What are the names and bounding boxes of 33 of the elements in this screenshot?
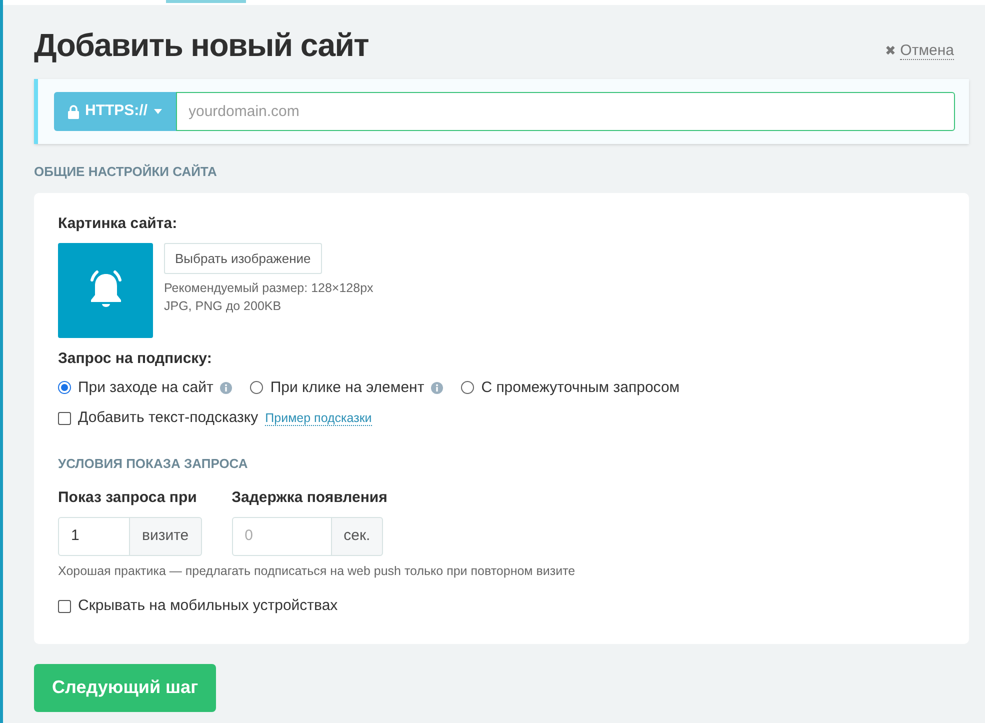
section-heading: ОБЩИЕ НАСТРОЙКИ САЙТА <box>34 163 218 181</box>
number-field[interactable]: 0 <box>232 516 332 556</box>
field-label: Задержка появления <box>232 488 388 508</box>
field-label: Запрос на подписку: <box>58 349 213 369</box>
number-field[interactable]: 1 <box>58 516 130 556</box>
hint-text: Рекомендуемый размер: 128×128px <box>164 280 374 297</box>
radio-button[interactable] <box>250 381 264 394</box>
checkbox-label[interactable]: Добавить текст-подсказку <box>78 407 258 430</box>
radio-label[interactable]: При клике на элемент <box>270 376 424 399</box>
radio-label[interactable]: С промежуточным запросом <box>481 376 680 399</box>
field-label: Показ запроса при <box>58 488 198 508</box>
example-link[interactable]: Пример подсказки <box>265 410 372 426</box>
radio-label[interactable]: При заходе на сайт <box>78 376 214 399</box>
field-label: Картинка сайта: <box>58 214 178 234</box>
radio-button[interactable] <box>461 381 474 394</box>
unit-label: сек. <box>332 516 384 556</box>
lock-icon <box>68 104 79 118</box>
hint-text: JPG, PNG до 200KB <box>164 298 282 315</box>
cancel-link[interactable]: ✖ Отмена <box>885 41 954 61</box>
info-icon <box>431 382 444 394</box>
unit-label: визите <box>130 516 202 556</box>
section-heading: УСЛОВИЯ ПОКАЗА ЗАПРОСА <box>58 454 249 472</box>
info-icon <box>220 382 232 394</box>
checkbox-label[interactable]: Скрывать на мобильных устройствах <box>78 595 338 618</box>
checkbox[interactable] <box>58 412 71 425</box>
checkbox[interactable] <box>58 600 71 613</box>
choose-image-button[interactable]: Выбрать изображение <box>164 243 322 274</box>
page-title: Добавить новый сайт <box>34 26 368 65</box>
close-icon: ✖ <box>885 41 896 61</box>
domain-field[interactable]: yourdomain.com <box>176 92 955 131</box>
hint-text: Хорошая практика — предлагать подписаться на web push только при повторном визите <box>58 562 576 580</box>
caret-icon <box>154 109 162 114</box>
radio-button[interactable] <box>58 381 71 394</box>
